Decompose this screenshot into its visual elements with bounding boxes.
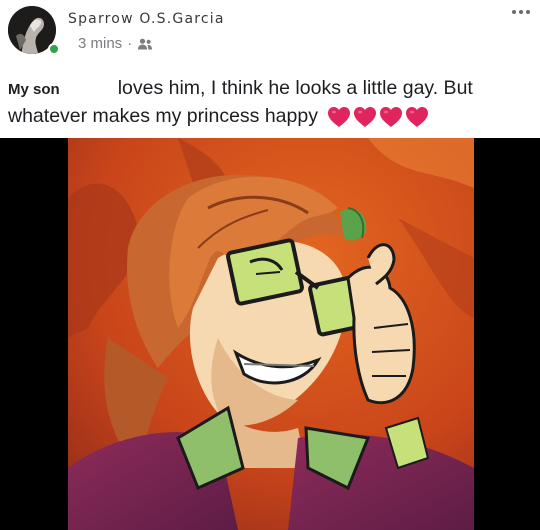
post-header: Sparrow O.S.Garcia 3 mins · My son loves … (0, 0, 540, 138)
meta-separator: · (127, 35, 133, 52)
post-text: My son loves him, I think he looks a litt… (8, 74, 538, 130)
cartoon-character-with-green-glasses (68, 138, 474, 530)
post-image[interactable] (68, 138, 474, 530)
heart-icon (353, 106, 377, 128)
post-time[interactable]: 3 mins (78, 35, 122, 52)
post-text-rest: loves him, I think he looks a little gay… (117, 77, 473, 99)
post-text-line-2-text: whatever makes my princess happy (8, 105, 318, 127)
post-text-line-1: My son loves him, I think he looks a litt… (8, 74, 538, 102)
heart-icon (405, 106, 429, 128)
friends-icon[interactable] (137, 38, 153, 50)
heart-emojis (327, 106, 429, 128)
post-text-line-2: whatever makes my princess happy (8, 102, 538, 130)
post-text-start: My son (8, 81, 60, 98)
heart-icon (327, 106, 351, 128)
post-meta: 3 mins · (78, 35, 153, 52)
author-name[interactable]: Sparrow O.S.Garcia (68, 11, 225, 27)
more-options-icon[interactable] (512, 10, 530, 14)
heart-icon (379, 106, 403, 128)
facebook-post: Sparrow O.S.Garcia 3 mins · My son loves … (0, 0, 540, 530)
online-status-dot (48, 43, 60, 55)
